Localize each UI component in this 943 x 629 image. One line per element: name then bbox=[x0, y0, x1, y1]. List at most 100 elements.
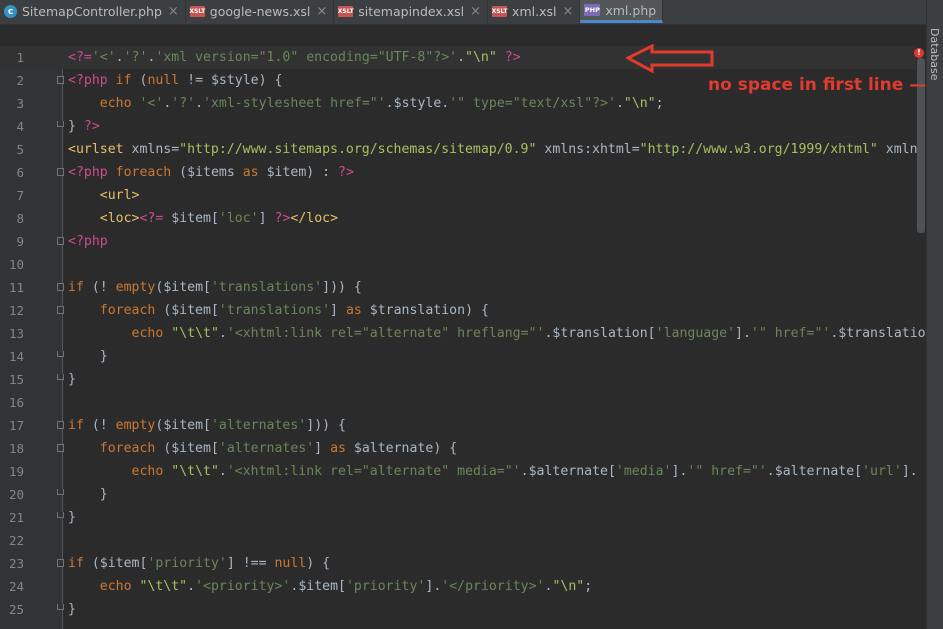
code-line[interactable]: 17 if (! empty($item['alternates'])) { bbox=[0, 414, 916, 437]
code-line[interactable]: 23 if ($item['priority'] !== null) { bbox=[0, 552, 916, 575]
line-number: 24 bbox=[8, 579, 24, 594]
code-line[interactable]: 18 foreach ($item['alternates'] as $alte… bbox=[0, 437, 916, 460]
line-number: 6 bbox=[16, 165, 24, 180]
code-line[interactable]: 16 bbox=[0, 391, 916, 414]
close-icon[interactable]: × bbox=[562, 4, 573, 19]
close-icon[interactable]: × bbox=[470, 4, 481, 19]
tab-sitemapcontroller-php[interactable]: c SitemapController.php × bbox=[0, 0, 186, 23]
code-line[interactable]: 22 bbox=[0, 529, 916, 552]
line-number: 8 bbox=[16, 211, 24, 226]
side-tool-strip bbox=[926, 0, 943, 629]
fold-marker-icon[interactable] bbox=[57, 76, 64, 84]
line-number: 12 bbox=[8, 303, 24, 318]
code-text: } bbox=[68, 372, 76, 387]
code-line[interactable]: 15} bbox=[0, 368, 916, 391]
line-number: 11 bbox=[8, 280, 24, 295]
code-text: if (! empty($item['alternates'])) { bbox=[68, 418, 346, 433]
tab-sitemapindex-xsl[interactable]: XSLT sitemapindex.xsl × bbox=[334, 0, 489, 23]
code-text: echo '<'.'?'.'xml-stylesheet href="'.$st… bbox=[99, 96, 664, 111]
tab-label: xml.php bbox=[605, 2, 657, 18]
code-text: echo "\t\t".'<priority>'.$item['priority… bbox=[99, 579, 593, 594]
code-text: <?='<'.'?'.'xml version="1.0" encoding="… bbox=[68, 50, 521, 65]
code-text: <urlset xmlns="http://www.sitemaps.org/s… bbox=[68, 142, 926, 157]
tab-label: xml.xsl bbox=[512, 4, 557, 19]
line-number: 9 bbox=[16, 234, 24, 249]
code-text: foreach ($item['alternates'] as $alterna… bbox=[99, 441, 458, 456]
code-line[interactable]: 4 } ?> bbox=[0, 115, 916, 138]
tab-label: SitemapController.php bbox=[22, 4, 162, 19]
code-line[interactable]: 8 <loc><?= $item['loc'] ?></loc> bbox=[0, 207, 916, 230]
line-number: 23 bbox=[8, 556, 24, 571]
php-class-icon: c bbox=[4, 5, 17, 18]
fold-marker-icon[interactable] bbox=[57, 444, 64, 452]
fold-marker-icon[interactable] bbox=[57, 306, 64, 314]
line-number: 4 bbox=[16, 119, 24, 134]
tab-label: sitemapindex.xsl bbox=[358, 4, 465, 19]
code-line[interactable]: 25} bbox=[0, 598, 916, 621]
php-file-icon: PHP bbox=[584, 4, 601, 16]
xslt-file-icon: XSLT bbox=[337, 6, 354, 17]
line-number: 21 bbox=[8, 510, 24, 525]
code-editor[interactable]: 1 <?='<'.'?'.'xml version="1.0" encoding=… bbox=[0, 46, 926, 629]
line-number: 19 bbox=[8, 464, 24, 479]
code-line[interactable]: 21} bbox=[0, 506, 916, 529]
code-text: <?php foreach ($items as $item) : ?> bbox=[68, 165, 354, 180]
code-line[interactable]: 9 <?php bbox=[0, 230, 916, 253]
error-indicator-icon[interactable]: ! bbox=[914, 48, 924, 58]
code-line[interactable]: 6 <?php foreach ($items as $item) : ?> bbox=[0, 161, 916, 184]
fold-marker-icon[interactable] bbox=[57, 168, 64, 176]
line-number: 22 bbox=[8, 533, 24, 548]
line-number: 15 bbox=[8, 372, 24, 387]
database-tool-button[interactable]: Database bbox=[928, 28, 941, 81]
ide-window: c SitemapController.php × XSLT google-ne… bbox=[0, 0, 943, 629]
code-text: } bbox=[68, 510, 76, 525]
line-number: 3 bbox=[16, 96, 24, 111]
tab-xml-xsl[interactable]: XSLT xml.xsl × bbox=[488, 0, 581, 23]
fold-marker-icon[interactable] bbox=[57, 283, 64, 291]
code-line[interactable]: 19 echo "\t\t".'<xhtml:link rel="alterna… bbox=[0, 460, 918, 483]
tab-label: google-news.xsl bbox=[209, 4, 311, 19]
code-line[interactable]: 14 } bbox=[0, 345, 916, 368]
code-line[interactable]: 12 foreach ($item['translations'] as $tr… bbox=[0, 299, 916, 322]
fold-marker-icon[interactable] bbox=[57, 512, 64, 518]
line-number: 18 bbox=[8, 441, 24, 456]
annotation-arrow bbox=[626, 44, 714, 74]
code-line[interactable]: 5 <urlset xmlns="http://www.sitemaps.org/… bbox=[0, 138, 925, 161]
fold-marker-icon[interactable] bbox=[57, 604, 64, 610]
code-text: echo "\t\t".'<xhtml:link rel="alternate"… bbox=[131, 464, 918, 479]
fold-marker-icon[interactable] bbox=[57, 421, 64, 429]
fold-marker-icon[interactable] bbox=[57, 237, 64, 245]
code-line[interactable]: 1 <?='<'.'?'.'xml version="1.0" encoding=… bbox=[0, 46, 916, 69]
code-text: foreach ($item['translations'] as $trans… bbox=[99, 303, 489, 318]
fold-marker-icon[interactable] bbox=[57, 351, 64, 357]
fold-marker-icon[interactable] bbox=[57, 489, 64, 495]
code-line[interactable]: 11 if (! empty($item['translations'])) { bbox=[0, 276, 916, 299]
code-line[interactable]: 7 <url> bbox=[0, 184, 916, 207]
code-line[interactable]: 24 echo "\t\t".'<priority>'.$item['prior… bbox=[0, 575, 916, 598]
code-text: echo "\t\t".'<xhtml:link rel="alternate"… bbox=[131, 326, 926, 341]
tab-google-news-xsl[interactable]: XSLT google-news.xsl × bbox=[186, 0, 335, 23]
line-number: 7 bbox=[16, 188, 24, 203]
line-number: 20 bbox=[8, 487, 24, 502]
code-text: <url> bbox=[99, 188, 140, 203]
code-text: } bbox=[68, 602, 76, 617]
code-line[interactable]: 3 echo '<'.'?'.'xml-stylesheet href="'.$… bbox=[0, 92, 916, 115]
fold-marker-icon[interactable] bbox=[57, 374, 64, 380]
close-icon[interactable]: × bbox=[168, 4, 179, 19]
line-number: 14 bbox=[8, 349, 24, 364]
code-line[interactable]: 20 } bbox=[0, 483, 916, 506]
fold-marker-icon[interactable] bbox=[57, 121, 64, 127]
close-icon[interactable]: × bbox=[316, 4, 327, 19]
xslt-file-icon: XSLT bbox=[189, 6, 206, 17]
code-line[interactable]: 13 echo "\t\t".'<xhtml:link rel="alterna… bbox=[0, 322, 926, 345]
line-number: 16 bbox=[8, 395, 24, 410]
line-number: 13 bbox=[8, 326, 24, 341]
code-line[interactable]: 10 bbox=[0, 253, 916, 276]
tab-xml-php[interactable]: PHP xml.php bbox=[580, 0, 664, 23]
code-text: <?php bbox=[68, 234, 108, 249]
fold-marker-icon[interactable] bbox=[57, 559, 64, 567]
code-text: } ?> bbox=[68, 119, 100, 134]
line-number: 5 bbox=[16, 142, 24, 157]
line-number: 1 bbox=[16, 50, 24, 65]
code-text: if ($item['priority'] !== null) { bbox=[68, 556, 331, 571]
